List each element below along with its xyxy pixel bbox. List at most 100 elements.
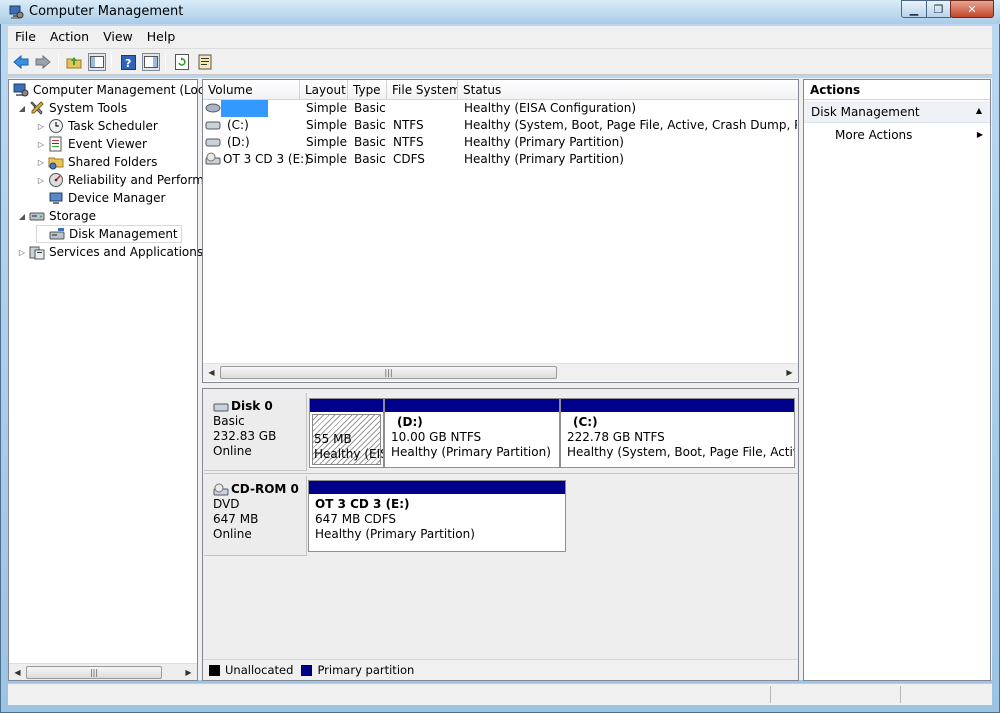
tree-item-disk-management[interactable]: Disk Management xyxy=(36,225,182,243)
tree-item-label: Storage xyxy=(49,209,96,223)
tree-item-label: Disk Management xyxy=(69,227,178,241)
volume-layout: Simple xyxy=(306,101,347,115)
table-row[interactable]: (C:) Simple Basic NTFS Healthy (System, … xyxy=(203,117,798,134)
tree-item-task-scheduler[interactable]: ▷ Task Scheduler xyxy=(36,117,158,135)
table-row[interactable]: OT 3 CD 3 (E:) Simple Basic CDFS Healthy… xyxy=(203,151,798,168)
tree-item-storage[interactable]: ◢ Storage xyxy=(17,207,96,225)
actions-pane xyxy=(803,79,991,681)
close-button[interactable]: ✕ xyxy=(950,0,994,18)
volume-list: Volume Layout Type File System Status Si… xyxy=(202,79,799,383)
column-header-layout[interactable]: Layout xyxy=(300,80,348,100)
partition-eisa[interactable]: 55 MB Healthy (EIS xyxy=(309,398,384,468)
collapse-up-icon[interactable]: ▲ xyxy=(976,106,982,115)
tree-item-event-viewer[interactable]: ▷ Event Viewer xyxy=(36,135,147,153)
table-row[interactable]: (D:) Simple Basic NTFS Healthy (Primary … xyxy=(203,134,798,151)
show-hide-action-pane-icon[interactable] xyxy=(142,53,160,71)
scroll-left-icon[interactable]: ◀ xyxy=(9,664,26,681)
menu-view[interactable]: View xyxy=(96,26,140,48)
disk-0-header[interactable]: Disk 0 Basic 232.83 GB Online xyxy=(204,393,307,471)
console-tree: Computer Management (Local ◢ System Tool… xyxy=(8,79,215,681)
actions-section-label: Disk Management xyxy=(811,105,920,119)
cdrom-0-header[interactable]: CD-ROM 0 DVD 647 MB Online xyxy=(204,476,307,556)
tree-item-label: Services and Applications xyxy=(49,245,204,259)
column-header-status[interactable]: Status xyxy=(458,80,798,100)
forward-icon[interactable] xyxy=(34,53,52,71)
back-icon[interactable] xyxy=(12,53,30,71)
expand-arrow-icon[interactable]: ▷ xyxy=(36,158,46,167)
expand-arrow-icon[interactable]: ▷ xyxy=(36,176,46,185)
partition-bar xyxy=(309,481,565,494)
disk-name: Disk 0 xyxy=(231,399,273,413)
tree-item-computer-management[interactable]: Computer Management (Local xyxy=(11,81,215,99)
disk-size: 647 MB xyxy=(213,512,259,526)
partition-bar xyxy=(561,399,794,412)
partition-status: Healthy (Primary Partition) xyxy=(391,445,551,459)
status-segment xyxy=(770,686,900,703)
tree-item-label: Shared Folders xyxy=(68,155,158,169)
partition-title: (D:) xyxy=(397,415,423,429)
help-icon[interactable]: ? xyxy=(119,53,137,71)
volume-file-system: NTFS xyxy=(393,118,424,132)
tree-item-label: System Tools xyxy=(49,101,128,115)
refresh-icon[interactable] xyxy=(173,53,191,71)
drive-icon xyxy=(205,103,221,113)
tree-item-shared-folders[interactable]: ▷ Shared Folders xyxy=(36,153,157,171)
tree-item-reliability[interactable]: ▷ Reliability and Performa xyxy=(36,171,211,189)
partition-bar xyxy=(310,399,383,412)
volume-status: Healthy (Primary Partition) xyxy=(464,135,624,149)
volume-scroll-thumb[interactable]: ||| xyxy=(220,366,557,379)
up-folder-icon[interactable] xyxy=(65,53,83,71)
disk-size: 232.83 GB xyxy=(213,429,277,443)
more-actions-label: More Actions xyxy=(835,128,913,142)
menu-file[interactable]: File xyxy=(8,26,43,48)
show-hide-tree-icon[interactable] xyxy=(88,53,106,71)
expand-arrow-icon[interactable]: ▷ xyxy=(17,248,27,257)
tree-item-device-manager[interactable]: Device Manager xyxy=(36,189,165,207)
tree-scroll-thumb[interactable]: ||| xyxy=(26,666,162,679)
partition-e[interactable]: OT 3 CD 3 (E:) 647 MB CDFS Healthy (Prim… xyxy=(308,480,566,552)
submenu-arrow-icon: ▶ xyxy=(976,130,983,139)
properties-icon[interactable] xyxy=(197,53,215,71)
tree-item-services-applications[interactable]: ▷ Services and Applications xyxy=(17,243,203,261)
toolbar: ? xyxy=(8,48,992,75)
table-row[interactable]: Simple Basic Healthy (EISA Configuration… xyxy=(203,100,798,117)
actions-title: Actions xyxy=(804,80,990,100)
expand-arrow-icon[interactable]: ▷ xyxy=(36,122,46,131)
volume-status: Healthy (Primary Partition) xyxy=(464,152,624,166)
expand-arrow-icon[interactable]: ▷ xyxy=(36,140,46,149)
partition-text: (C:) 222.78 GB NTFS Healthy (System, Boo… xyxy=(561,412,794,460)
volume-list-horizontal-scrollbar[interactable]: ◀ ||| ▶ xyxy=(203,363,798,381)
legend-unallocated: Unallocated xyxy=(225,663,294,677)
maximize-button[interactable]: ❐ xyxy=(926,0,951,18)
menu-action[interactable]: Action xyxy=(43,26,96,48)
partition-c[interactable]: (C:) 222.78 GB NTFS Healthy (System, Boo… xyxy=(560,398,795,468)
system-tools-icon xyxy=(30,101,44,115)
minimize-button[interactable]: ▁ xyxy=(901,0,927,18)
partition-text: (D:) 10.00 GB NTFS Healthy (Primary Part… xyxy=(385,412,559,460)
tree-item-system-tools[interactable]: ◢ System Tools xyxy=(17,99,127,117)
scroll-right-icon[interactable]: ▶ xyxy=(180,664,197,681)
disk-management-icon xyxy=(49,228,65,240)
column-header-type[interactable]: Type xyxy=(348,80,387,100)
disk-graphical-view: Disk 0 Basic 232.83 GB Online 55 MB Heal… xyxy=(202,388,799,681)
event-viewer-icon xyxy=(49,136,62,152)
cd-drive-icon xyxy=(205,152,221,165)
more-actions-item[interactable]: More Actions ▶ xyxy=(804,125,990,145)
scroll-left-icon[interactable]: ◀ xyxy=(203,364,220,381)
scroll-right-icon[interactable]: ▶ xyxy=(781,364,798,381)
collapse-arrow-icon[interactable]: ◢ xyxy=(17,104,27,113)
column-header-volume[interactable]: Volume xyxy=(203,80,300,100)
disk-state: Online xyxy=(213,444,252,458)
disk-name: CD-ROM 0 xyxy=(231,482,299,496)
partition-d[interactable]: (D:) 10.00 GB NTFS Healthy (Primary Part… xyxy=(384,398,560,468)
tree-horizontal-scrollbar[interactable]: ◀ ||| ▶ xyxy=(9,663,197,680)
partition-status: Healthy (Primary Partition) xyxy=(315,527,475,541)
volume-type: Basic xyxy=(354,135,386,149)
collapse-arrow-icon[interactable]: ◢ xyxy=(17,212,27,221)
volume-type: Basic xyxy=(354,152,386,166)
computer-management-icon xyxy=(13,83,29,97)
column-header-file-system[interactable]: File System xyxy=(387,80,458,100)
status-segment xyxy=(900,686,992,703)
actions-section-disk-management[interactable]: Disk Management ▲ xyxy=(804,101,990,123)
menu-help[interactable]: Help xyxy=(140,26,183,48)
